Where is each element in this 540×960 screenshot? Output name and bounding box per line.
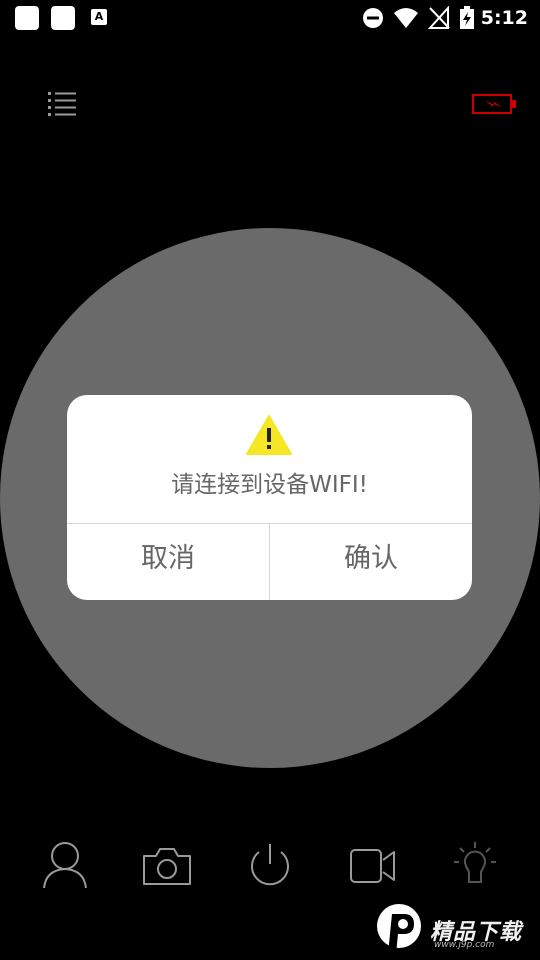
watermark-logo-icon [377,904,421,954]
confirm-button[interactable]: 确认 [270,524,472,600]
power-icon[interactable] [243,838,297,892]
app-notification-icon [15,6,39,30]
status-bar: A 5:12 [0,0,540,36]
battery-low-icon [472,94,516,114]
do-not-disturb-icon [363,8,383,28]
dialog-message: 请连接到设备WIFI! [171,472,368,498]
list-menu-icon[interactable] [46,90,78,118]
video-icon[interactable] [346,838,400,892]
watermark: 精品下载 www.j9p.com [372,900,540,960]
camera-icon[interactable] [140,838,194,892]
no-signal-icon [428,6,450,29]
battery-charging-icon [460,6,474,29]
watermark-url: www.j9p.com [434,940,495,950]
accessibility-icon: A [91,9,107,25]
profile-icon[interactable] [38,838,92,892]
status-time: 5:12 [480,7,528,29]
wifi-icon [394,8,418,28]
cancel-button[interactable]: 取消 [67,524,269,600]
app-notification-icon [51,6,75,30]
warning-icon [246,415,292,455]
wifi-alert-dialog: 请连接到设备WIFI! 取消 确认 [67,395,472,600]
light-bulb-icon[interactable] [448,838,502,892]
